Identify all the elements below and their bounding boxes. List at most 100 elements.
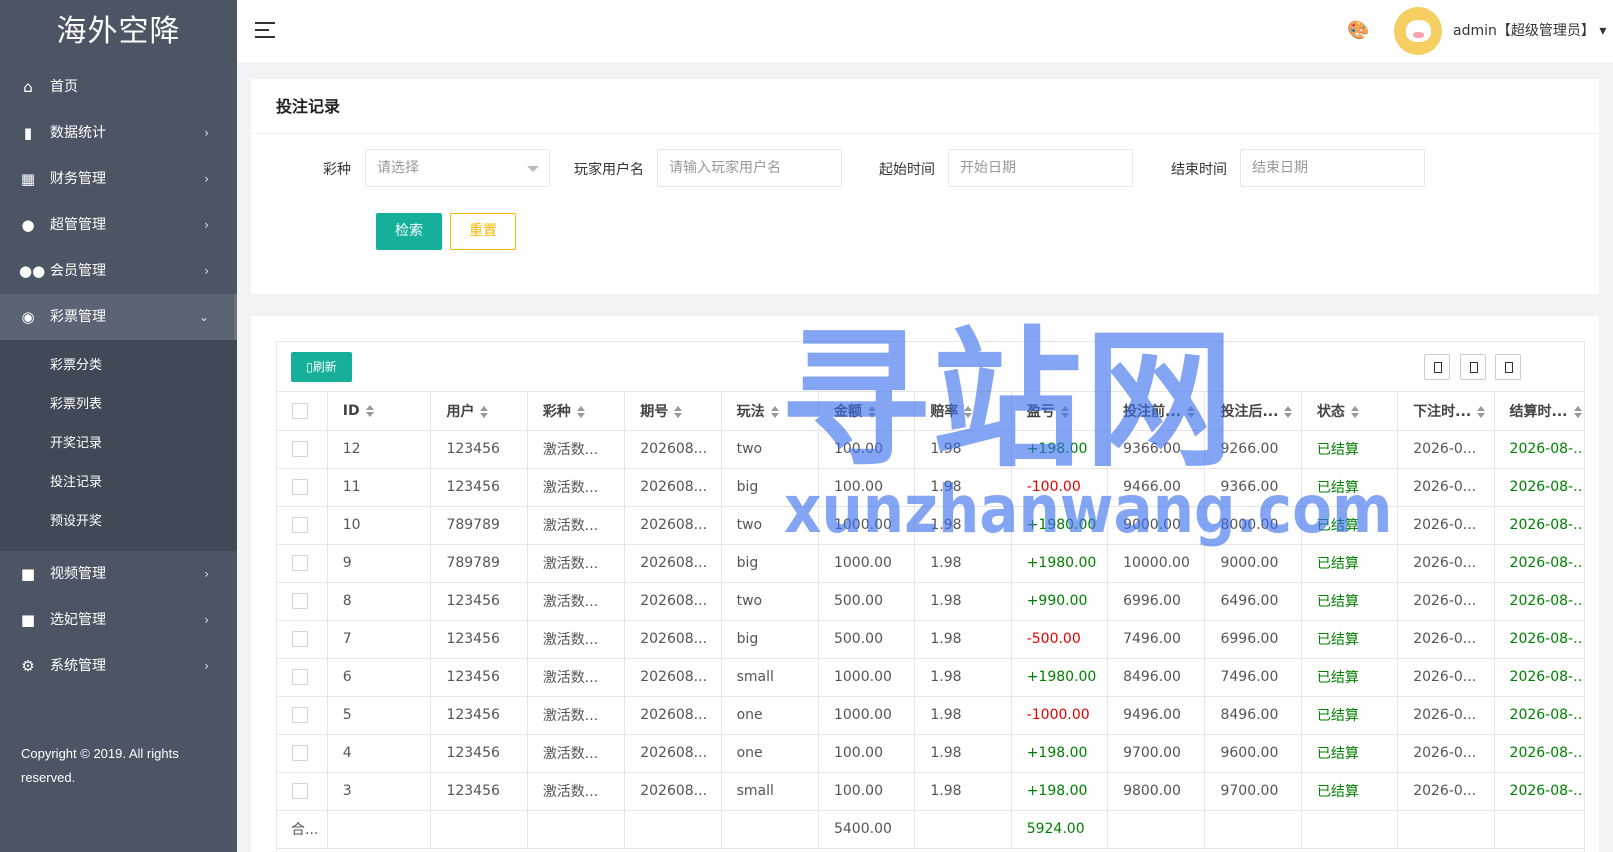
sidebar-item-0[interactable]: ■ 视频管理 › <box>0 551 237 597</box>
submenu-item[interactable]: 彩票列表 <box>0 385 237 424</box>
sort-icon[interactable] <box>867 405 876 418</box>
menu-toggle-icon[interactable] <box>255 22 275 40</box>
row-checkbox[interactable] <box>292 593 308 609</box>
app-logo: 海外空降 <box>56 14 181 49</box>
column-header[interactable]: 结算时... <box>1494 392 1584 431</box>
cell-lottery: 激活数... <box>527 772 626 811</box>
cell-user: 123456 <box>430 620 528 659</box>
table-row: 12 123456 激活数... 202608... two 100.00 1.98 +198… <box>277 430 1584 469</box>
sidebar-item-2[interactable]: ▦ 财务管理 › <box>0 156 237 202</box>
row-checkbox[interactable] <box>292 707 308 723</box>
submenu-item[interactable]: 开奖记录 <box>0 424 237 463</box>
row-checkbox[interactable] <box>292 479 308 495</box>
column-header[interactable]: 用户 <box>430 392 528 431</box>
submenu-item[interactable]: 预设开奖 <box>0 502 237 541</box>
select-all-checkbox[interactable] <box>292 402 308 419</box>
cell-after: 6996.00 <box>1204 620 1302 659</box>
sort-icon[interactable] <box>480 405 489 418</box>
sidebar-item-label: 财务管理 <box>50 171 106 187</box>
row-checkbox[interactable] <box>292 517 308 533</box>
row-select-cell <box>277 506 328 545</box>
sidebar-item-1[interactable]: ▮ 数据统计 › <box>0 110 237 156</box>
submenu-item[interactable]: 彩票分类 <box>0 346 237 385</box>
end-date-input[interactable]: 结束日期 <box>1240 149 1425 187</box>
column-header[interactable]: 期号 <box>624 392 722 431</box>
cell-pnl: +1980.00 <box>1011 544 1109 583</box>
cell-user: 123456 <box>430 468 528 507</box>
row-select-cell <box>277 468 328 507</box>
lottery-select[interactable]: 请选择 <box>365 149 550 187</box>
column-header[interactable]: 赔率 <box>914 392 1012 431</box>
cell-id: 4 <box>327 734 432 773</box>
sort-icon[interactable] <box>1573 405 1582 418</box>
sidebar-item-5[interactable]: ◉ 彩票管理 ⌄ <box>0 294 237 340</box>
row-checkbox[interactable] <box>292 783 308 799</box>
player-username-input[interactable]: 请输入玩家用户名 <box>657 149 842 187</box>
sort-icon[interactable] <box>576 405 585 418</box>
row-checkbox[interactable] <box>292 555 308 571</box>
sidebar-item-label: 会员管理 <box>50 263 106 279</box>
print-icon[interactable] <box>1495 354 1521 380</box>
column-header[interactable]: ID <box>327 392 432 431</box>
sidebar-item-1[interactable]: ■ 选妃管理 › <box>0 597 237 643</box>
sort-icon[interactable] <box>674 405 683 418</box>
sort-icon[interactable] <box>365 404 374 417</box>
theme-palette-icon[interactable]: 🎨 <box>1347 20 1369 42</box>
sort-icon[interactable] <box>1187 405 1196 418</box>
cell-status: 已结算 <box>1301 696 1399 735</box>
sort-icon[interactable] <box>770 405 779 418</box>
search-button[interactable]: 检索 <box>376 213 442 250</box>
sort-icon[interactable] <box>1477 405 1486 418</box>
reset-button[interactable]: 重置 <box>450 213 516 250</box>
total-empty-cell <box>1397 810 1495 849</box>
start-date-input[interactable]: 开始日期 <box>948 149 1133 187</box>
sort-icon[interactable] <box>1060 405 1069 418</box>
sidebar-item-2[interactable]: ⚙ 系统管理 › <box>0 643 237 689</box>
sort-icon[interactable] <box>1350 405 1359 418</box>
total-empty-cell <box>327 810 432 849</box>
row-checkbox[interactable] <box>292 669 308 685</box>
cell-pnl: +990.00 <box>1011 582 1109 621</box>
end-time-label: 结束时间 <box>1171 162 1227 178</box>
row-checkbox[interactable] <box>292 745 308 761</box>
row-checkbox[interactable] <box>292 441 308 457</box>
users-icon: ●● <box>19 262 46 280</box>
columns-filter-icon[interactable] <box>1424 354 1450 380</box>
sort-icon[interactable] <box>1284 405 1293 418</box>
column-header-label: 投注后... <box>1220 403 1279 420</box>
table-card: ▯刷新 ID 用户 彩种 期号 玩法 金额 赔率 盈亏 投注前... 投注后... 状态 下注时...… <box>251 316 1599 852</box>
cell-odds: 1.98 <box>914 582 1012 621</box>
table-row: 5 123456 激活数... 202608... one 1000.00 1.98 -100… <box>277 696 1584 735</box>
cell-status: 已结算 <box>1301 620 1399 659</box>
cell-before: 9466.00 <box>1107 468 1206 507</box>
sidebar-item-3[interactable]: ● 超管管理 › <box>0 202 237 248</box>
sidebar-item-4[interactable]: ●● 会员管理 › <box>0 248 237 294</box>
cell-status: 已结算 <box>1301 468 1399 507</box>
refresh-button[interactable]: ▯刷新 <box>291 352 352 382</box>
sort-icon[interactable] <box>964 405 973 418</box>
avatar[interactable] <box>1394 7 1442 55</box>
column-header-label: 投注前... <box>1123 403 1182 420</box>
column-header[interactable]: 状态 <box>1301 392 1399 431</box>
select-all-cell <box>277 392 328 431</box>
cell-id: 5 <box>327 696 432 735</box>
sidebar-item-0[interactable]: ⌂ 首页 <box>0 64 237 110</box>
column-header[interactable]: 盈亏 <box>1011 392 1109 431</box>
column-header[interactable]: 投注前... <box>1107 392 1206 431</box>
row-select-cell <box>277 544 328 583</box>
row-checkbox[interactable] <box>292 631 308 647</box>
cell-issue: 202608... <box>624 468 722 507</box>
column-header[interactable]: 投注后... <box>1204 392 1302 431</box>
chevron-right-icon: › <box>204 218 209 232</box>
column-header-label: 结算时... <box>1509 403 1568 420</box>
submenu-item[interactable]: 投注记录 <box>0 463 237 502</box>
column-header[interactable]: 玩法 <box>721 392 819 431</box>
export-icon[interactable] <box>1460 354 1486 380</box>
cell-user: 789789 <box>430 544 528 583</box>
column-header[interactable]: 金额 <box>818 392 916 431</box>
user-menu[interactable]: admin【超级管理员】 ▾ <box>1453 20 1606 40</box>
cell-id: 12 <box>327 430 432 469</box>
cell-play: two <box>721 582 819 621</box>
column-header[interactable]: 彩种 <box>527 392 626 431</box>
column-header[interactable]: 下注时... <box>1397 392 1495 431</box>
